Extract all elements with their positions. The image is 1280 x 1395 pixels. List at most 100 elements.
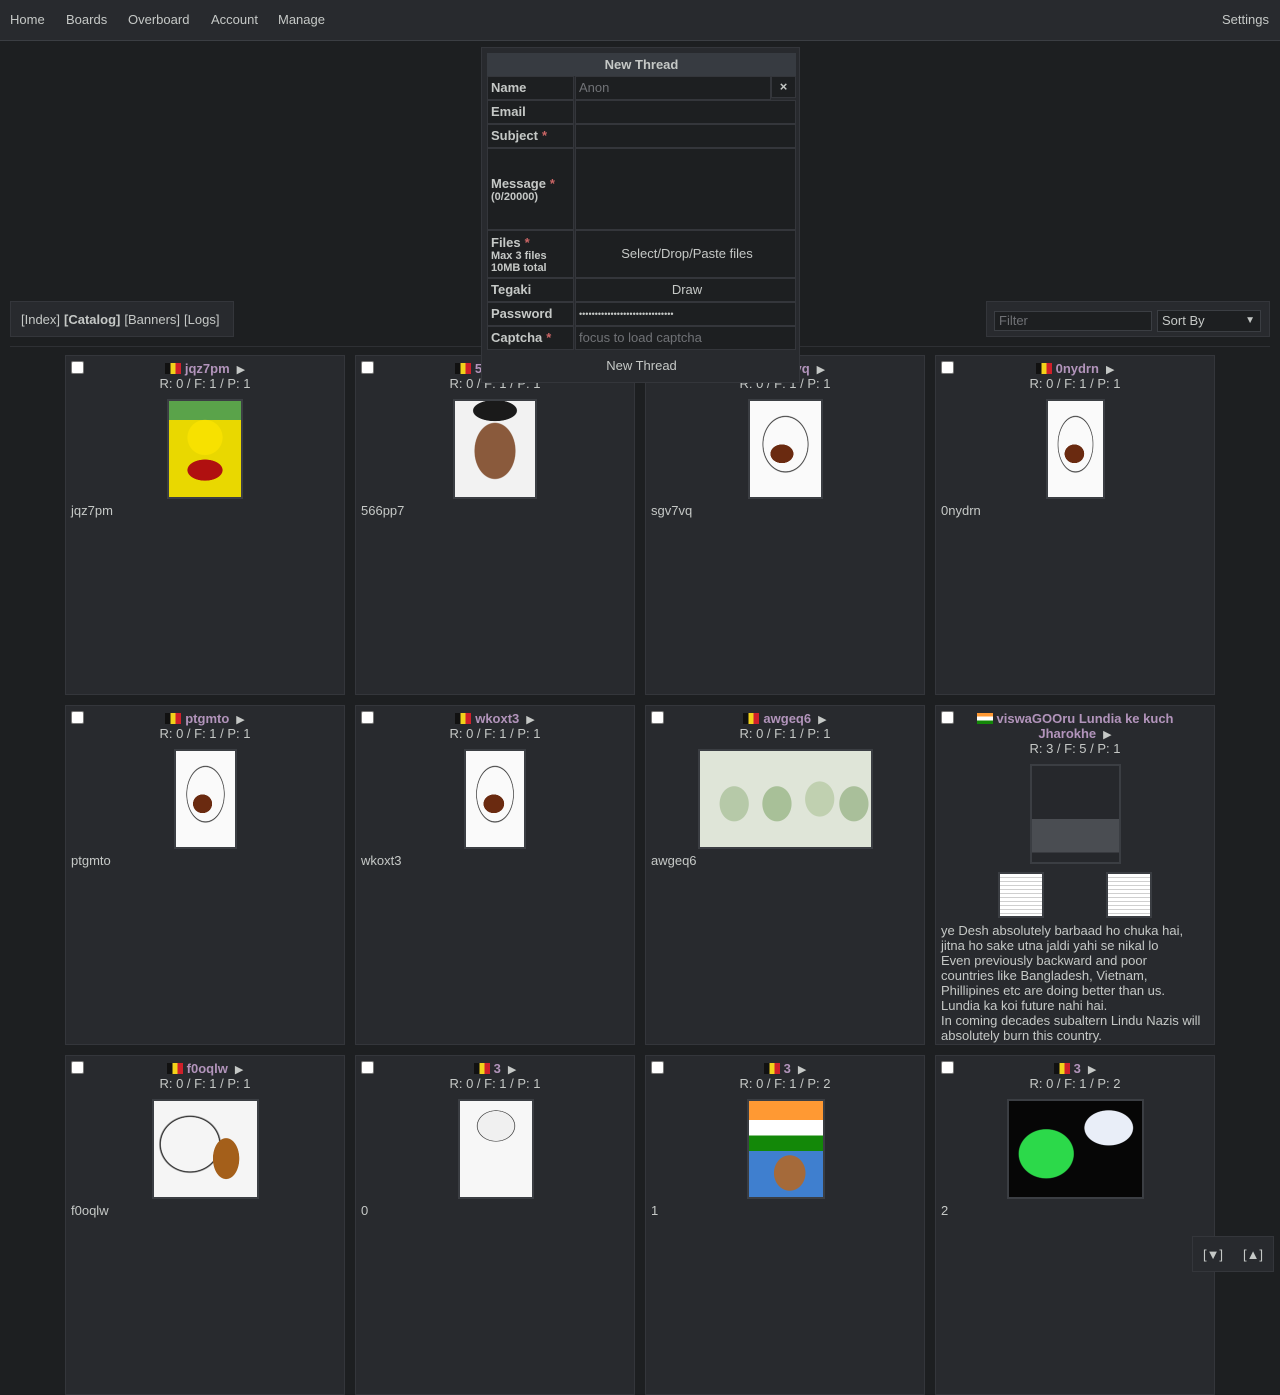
- thread-checkbox[interactable]: [71, 1061, 84, 1074]
- thread-checkbox[interactable]: [71, 361, 84, 374]
- flag-icon: [166, 1063, 183, 1074]
- nav-account[interactable]: Account: [211, 12, 258, 27]
- thread-checkbox[interactable]: [361, 711, 374, 724]
- catalog-link[interactable]: [Catalog]: [64, 312, 120, 327]
- nav-overboard[interactable]: Overboard: [128, 12, 189, 27]
- thread-thumbnail[interactable]: [174, 749, 237, 849]
- flag-icon: [1053, 1063, 1070, 1074]
- nav-home[interactable]: Home: [10, 12, 45, 27]
- thread-stats: R: 0 / F: 1 / P: 2: [1029, 1076, 1121, 1091]
- thread-card[interactable]: wkoxt3 ▶ R: 0 / F: 1 / P: 1 wkoxt3: [355, 705, 635, 1045]
- play-icon[interactable]: ▶: [1103, 729, 1111, 741]
- files-dropzone[interactable]: Select/Drop/Paste files: [575, 230, 796, 278]
- draw-button[interactable]: Draw: [575, 278, 796, 302]
- thread-thumbnail[interactable]: [698, 749, 873, 849]
- thread-thumbnail[interactable]: [1106, 872, 1152, 918]
- password-label: Password: [487, 302, 574, 326]
- index-link[interactable]: [Index]: [21, 312, 60, 327]
- message-field[interactable]: [575, 148, 796, 230]
- thread-thumbnail[interactable]: [167, 399, 243, 499]
- logs-link[interactable]: [Logs]: [184, 312, 219, 327]
- thread-subject[interactable]: 3: [494, 1061, 501, 1076]
- play-icon[interactable]: ▶: [236, 714, 244, 726]
- password-field[interactable]: ••••••••••••••••••••••••••••••: [575, 302, 796, 326]
- thread-checkbox[interactable]: [941, 361, 954, 374]
- thread-subject[interactable]: ptgmto: [185, 711, 229, 726]
- flag-icon: [164, 363, 181, 374]
- thread-card[interactable]: viswaGOOru Lundia ke kuch Jharokhe ▶ R: 3…: [935, 705, 1215, 1045]
- thread-thumbnail[interactable]: [748, 399, 823, 499]
- captcha-field[interactable]: focus to load captcha: [575, 326, 796, 350]
- thread-text-line: Lundia ka koi future nahi hai.: [941, 998, 1108, 1013]
- thread-thumbnail[interactable]: [998, 872, 1044, 918]
- thread-thumbnail[interactable]: [464, 749, 526, 849]
- thread-card[interactable]: sgv7vq▶ R: 0 / F: 1 / P: 1 sgv7vq: [645, 355, 925, 695]
- tegaki-label: Tegaki: [487, 278, 574, 302]
- thread-text-line: In coming decades subaltern Lindu Nazis …: [941, 1013, 1201, 1028]
- play-icon[interactable]: ▶: [235, 1064, 243, 1076]
- thread-thumbnail[interactable]: [453, 399, 537, 499]
- thread-thumbnail[interactable]: [152, 1099, 259, 1199]
- chevron-down-icon: ▼: [1245, 315, 1255, 326]
- email-field[interactable]: [575, 100, 796, 124]
- play-icon[interactable]: ▶: [818, 714, 826, 726]
- thread-subject[interactable]: awgeq6: [763, 711, 811, 726]
- thread-checkbox[interactable]: [71, 711, 84, 724]
- nav-manage[interactable]: Manage: [278, 12, 325, 27]
- thread-checkbox[interactable]: [651, 1061, 664, 1074]
- thread-card[interactable]: 3 ▶ R: 0 / F: 1 / P: 2 1: [645, 1055, 925, 1395]
- play-icon[interactable]: ▶: [1088, 1064, 1096, 1076]
- scroll-up-button[interactable]: [▲]: [1243, 1247, 1263, 1262]
- thread-checkbox[interactable]: [941, 711, 954, 724]
- thread-subject[interactable]: jqz7pm: [185, 361, 230, 376]
- play-icon[interactable]: ▶: [798, 1064, 806, 1076]
- captcha-label: Captcha *: [487, 326, 574, 350]
- thread-card[interactable]: awgeq6 ▶ R: 0 / F: 1 / P: 1 awgeq6: [645, 705, 925, 1045]
- thread-card[interactable]: 3 ▶ R: 0 / F: 1 / P: 2 2: [935, 1055, 1215, 1395]
- thread-thumbnail[interactable]: [747, 1099, 825, 1199]
- thread-subject[interactable]: f0oqlw: [187, 1061, 228, 1076]
- thread-text-line: jitna ho sake utna jaldi yahi se nikal l…: [941, 938, 1159, 953]
- thread-checkbox[interactable]: [361, 361, 374, 374]
- nav-settings[interactable]: Settings: [1222, 12, 1269, 27]
- thread-text: 1: [651, 1203, 659, 1218]
- thread-checkbox[interactable]: [941, 1061, 954, 1074]
- close-icon[interactable]: ×: [771, 76, 796, 98]
- subject-field[interactable]: [575, 124, 796, 148]
- name-field[interactable]: Anon: [575, 76, 771, 100]
- thread-card[interactable]: 0nydrn ▶ R: 0 / F: 1 / P: 1 0nydrn: [935, 355, 1215, 695]
- thread-subject[interactable]: 3: [784, 1061, 791, 1076]
- thread-card[interactable]: 566pp7▶ R: 0 / F: 1 / P: 1 566pp7: [355, 355, 635, 695]
- thread-subject[interactable]: wkoxt3: [475, 711, 519, 726]
- thread-subject[interactable]: 3: [1074, 1061, 1081, 1076]
- thread-subject[interactable]: viswaGOOru Lundia ke kuch Jharokhe: [997, 711, 1174, 741]
- thread-subject[interactable]: 0nydrn: [1056, 361, 1099, 376]
- thread-text: sgv7vq: [651, 503, 693, 518]
- play-icon[interactable]: ▶: [508, 1064, 516, 1076]
- sort-select[interactable]: Sort By ▼: [1157, 310, 1261, 332]
- thread-stats: R: 0 / F: 1 / P: 1: [449, 1076, 541, 1091]
- thread-card[interactable]: jqz7pm ▶ R: 0 / F: 1 / P: 1 jqz7pm: [65, 355, 345, 695]
- thread-card[interactable]: f0oqlw ▶ R: 0 / F: 1 / P: 1 f0oqlw: [65, 1055, 345, 1395]
- play-icon[interactable]: ▶: [1106, 364, 1114, 376]
- thread-thumbnail[interactable]: [1030, 764, 1121, 864]
- play-icon[interactable]: ▶: [237, 364, 245, 376]
- thread-text-line: ye Desh absolutely barbaad ho chuka hai,: [941, 923, 1184, 938]
- play-icon[interactable]: ▶: [526, 714, 534, 726]
- flag-icon: [743, 713, 760, 724]
- flag-icon: [1035, 363, 1052, 374]
- thread-card[interactable]: ptgmto ▶ R: 0 / F: 1 / P: 1 ptgmto: [65, 705, 345, 1045]
- thread-card[interactable]: 3 ▶ R: 0 / F: 1 / P: 1 0: [355, 1055, 635, 1395]
- thread-checkbox[interactable]: [651, 711, 664, 724]
- filter-input[interactable]: Filter: [994, 311, 1152, 331]
- thread-thumbnail[interactable]: [1046, 399, 1105, 499]
- thread-thumbnail[interactable]: [1007, 1099, 1144, 1199]
- nav-boards[interactable]: Boards: [66, 12, 107, 27]
- thread-thumbnail[interactable]: [458, 1099, 534, 1199]
- banners-link[interactable]: [Banners]: [124, 312, 180, 327]
- play-icon[interactable]: ▶: [817, 364, 825, 376]
- thread-text-line: Even previously backward and poor: [941, 953, 1147, 968]
- scroll-down-button[interactable]: [▼]: [1203, 1247, 1223, 1262]
- thread-checkbox[interactable]: [361, 1061, 374, 1074]
- new-thread-button[interactable]: New Thread: [487, 353, 796, 379]
